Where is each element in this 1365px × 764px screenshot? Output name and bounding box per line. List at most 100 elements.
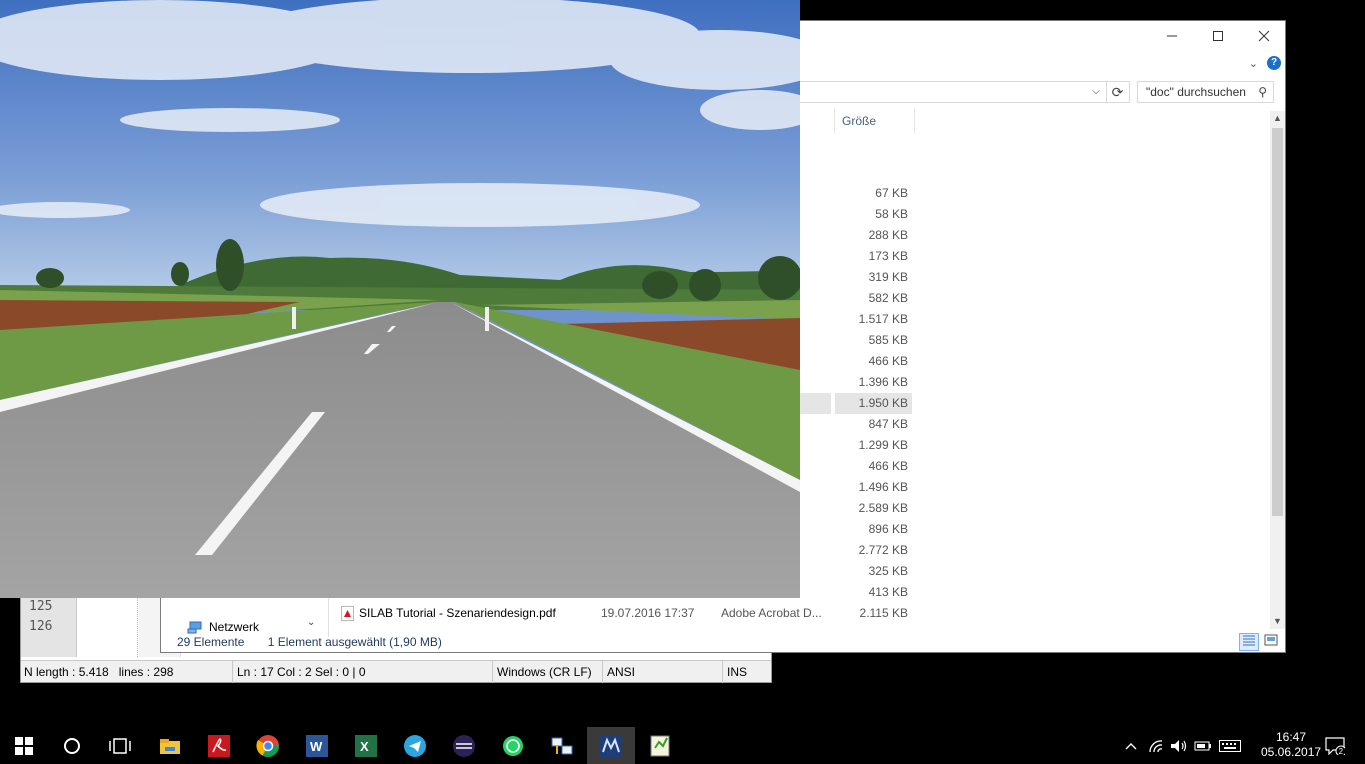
taskbar-excel[interactable]: X <box>342 727 390 764</box>
taskbar-notepadpp[interactable] <box>636 727 684 764</box>
file-size: 2.589 KB <box>858 501 908 515</box>
minimize-button[interactable] <box>1149 21 1195 51</box>
status-insert-mode[interactable]: INS <box>722 661 771 683</box>
taskbar-eclipse[interactable] <box>440 727 488 764</box>
tray-show-hidden-icon[interactable] <box>1121 727 1141 764</box>
taskbar-simulator[interactable] <box>587 727 635 764</box>
pdf-file-icon <box>341 606 354 621</box>
editor-status-bar: N length : 5.418 lines : 298 Ln : 17 Col… <box>21 660 771 683</box>
file-size: 325 KB <box>868 564 908 578</box>
telegram-icon <box>404 734 426 757</box>
status-selection: 1 Element ausgewählt (1,90 MB) <box>267 635 442 649</box>
nav-item-label: Netzwerk <box>209 620 260 634</box>
help-icon[interactable]: ? <box>1267 56 1281 70</box>
file-size: 288 KB <box>868 228 908 242</box>
search-input[interactable]: "doc" durchsuchen ⚲ <box>1137 81 1274 103</box>
status-eol[interactable]: Windows (CR LF) <box>492 661 602 683</box>
file-type: Adobe Acrobat D... <box>721 606 822 620</box>
volume-icon[interactable] <box>1168 727 1190 764</box>
scroll-down-icon[interactable]: ▼ <box>1270 614 1285 629</box>
cortana-button[interactable] <box>48 727 96 764</box>
file-row[interactable]: SILAB Tutorial - Szenariendesign.pdf 19.0… <box>161 603 921 624</box>
large-icons-view-icon <box>1264 634 1278 646</box>
power-icon[interactable] <box>1192 727 1214 764</box>
network-tool-icon <box>551 737 573 754</box>
notification-count: 2 <box>1339 747 1344 755</box>
nav-scroll-down-icon[interactable]: ⌄ <box>307 617 315 628</box>
start-icon <box>15 736 33 755</box>
file-date: 19.07.2016 17:37 <box>601 606 695 620</box>
notifications-icon: 2 <box>1325 736 1345 755</box>
file-name: SILAB Tutorial - Szenariendesign.pdf <box>359 606 556 620</box>
nav-item-network[interactable]: Netzwerk <box>187 618 259 636</box>
line-number-gutter: 125 126 <box>21 591 77 657</box>
clock-date: 05.06.2017 <box>1261 745 1322 759</box>
search-placeholder: "doc" durchsuchen <box>1146 85 1246 99</box>
road-scene-image <box>0 0 800 598</box>
acrobat-icon <box>208 734 230 757</box>
file-size: 896 KB <box>868 522 908 536</box>
file-size: 847 KB <box>868 417 908 431</box>
details-view-button[interactable] <box>1239 633 1259 651</box>
taskbar-network-tool[interactable] <box>538 727 586 764</box>
file-size: 585 KB <box>868 333 908 347</box>
file-size: 1.299 KB <box>858 438 908 452</box>
word-icon: W <box>306 734 328 757</box>
task-view-button[interactable] <box>96 727 144 764</box>
taskbar-acrobat[interactable] <box>195 727 243 764</box>
file-size: 413 KB <box>868 585 908 599</box>
search-icon[interactable]: ⚲ <box>1258 82 1267 102</box>
file-size: 58 KB <box>875 207 908 221</box>
file-explorer-icon <box>160 738 180 754</box>
desktop: 125 126 N length : 5.418 lines : 298 Ln … <box>0 0 1365 764</box>
taskbar-chrome[interactable] <box>244 727 292 764</box>
start-button[interactable] <box>0 727 48 764</box>
status-position: Ln : 17 Col : 2 Sel : 0 | 0 <box>232 661 491 683</box>
cortana-icon <box>64 737 80 754</box>
chrome-icon <box>256 734 279 757</box>
excel-icon: X <box>355 734 377 757</box>
large-icons-view-button[interactable] <box>1261 633 1281 651</box>
file-size: 582 KB <box>868 291 908 305</box>
vertical-scrollbar[interactable]: ▲ ▼ <box>1270 111 1285 629</box>
file-size: 466 KB <box>868 459 908 473</box>
file-size: 173 KB <box>868 249 908 263</box>
eclipse-icon <box>453 734 475 757</box>
taskbar-file-explorer[interactable] <box>146 727 194 764</box>
taskbar-word[interactable]: W <box>293 727 341 764</box>
status-item-count: 29 Elemente <box>177 635 245 649</box>
driving-simulator-view[interactable] <box>0 0 800 598</box>
refresh-button[interactable]: ⟳ <box>1106 82 1128 102</box>
explorer-status-bar: 29 Elemente 1 Element ausgewählt (1,90 M… <box>177 635 462 651</box>
whatsapp-icon <box>503 735 523 756</box>
file-size: 1.396 KB <box>858 375 908 389</box>
file-size: 67 KB <box>875 186 908 200</box>
pane-divider[interactable] <box>328 595 329 637</box>
wifi-icon[interactable] <box>1145 727 1167 764</box>
taskbar-telegram[interactable] <box>391 727 439 764</box>
clock-time: 16:47 <box>1275 730 1307 744</box>
clock[interactable]: 16:47 05.06.2017 <box>1261 730 1321 760</box>
address-history-dropdown[interactable]: ⌵ <box>1087 83 1105 101</box>
details-view-icon <box>1243 635 1255 646</box>
file-size: 2.772 KB <box>858 543 908 557</box>
status-encoding[interactable]: ANSI <box>602 661 722 683</box>
scroll-thumb[interactable] <box>1272 128 1283 516</box>
ribbon-expand-chevron-icon[interactable]: ⌄ <box>1249 57 1258 70</box>
column-header-size[interactable]: Größe <box>834 109 915 134</box>
taskbar-whatsapp[interactable] <box>489 727 537 764</box>
svg-text:W: W <box>310 739 323 754</box>
file-size: 1.496 KB <box>858 480 908 494</box>
scroll-up-icon[interactable]: ▲ <box>1270 111 1285 126</box>
line-number: 126 <box>29 619 53 634</box>
action-center-button[interactable]: 2 <box>1320 727 1350 764</box>
minimize-icon <box>1167 35 1177 37</box>
file-size: 319 KB <box>868 270 908 284</box>
maximize-button[interactable] <box>1195 21 1241 51</box>
taskbar: W X 16:47 05.06.2017 2 <box>0 727 1365 764</box>
file-size: 2.115 KB <box>859 606 908 620</box>
fold-margin <box>78 591 138 657</box>
keyboard-icon[interactable] <box>1216 727 1244 764</box>
close-button[interactable] <box>1241 21 1287 51</box>
file-size: 1.517 KB <box>858 312 908 326</box>
